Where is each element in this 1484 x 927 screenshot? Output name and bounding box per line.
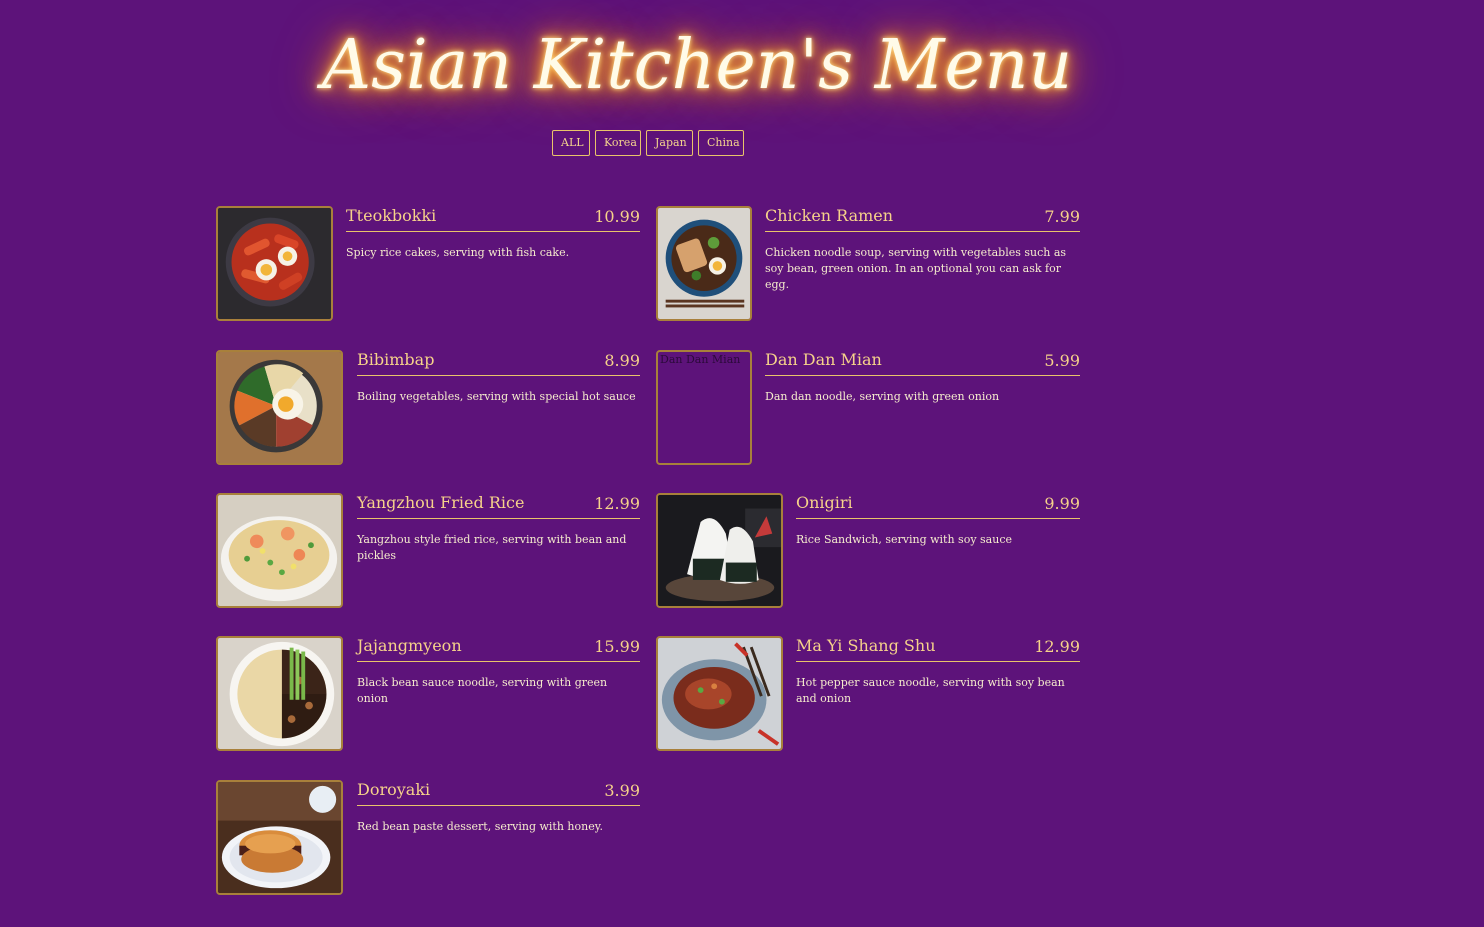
menu-item-name: Bibimbap xyxy=(357,350,435,369)
filter-china-button[interactable]: China xyxy=(698,130,744,156)
menu-item-chicken-ramen: Chicken Ramen 7.99 Chicken noodle soup, … xyxy=(656,206,1080,324)
menu-page: Asian Kitchen's Menu ALL Korea Japan Chi… xyxy=(0,0,1484,927)
menu-item-onigiri: Onigiri 9.99 Rice Sandwich, serving with… xyxy=(656,493,1080,611)
menu-item-price: 7.99 xyxy=(1044,207,1080,226)
menu-item-description: Boiling vegetables, serving with special… xyxy=(357,390,636,403)
menu-item-header: Tteokbokki 10.99 xyxy=(346,206,640,232)
menu-item-header: Ma Yi Shang Shu 12.99 xyxy=(796,636,1080,662)
bibimbap-image xyxy=(216,350,343,465)
menu-item-header: Jajangmyeon 15.99 xyxy=(357,636,640,662)
menu-item-name: Tteokbokki xyxy=(346,206,437,225)
menu-item-info: Bibimbap 8.99 Boiling vegetables, servin… xyxy=(357,350,640,405)
filter-all-button[interactable]: ALL xyxy=(552,130,590,156)
menu-item-price: 9.99 xyxy=(1044,494,1080,513)
menu-item-jajangmyeon: Jajangmyeon 15.99 Black bean sauce noodl… xyxy=(216,636,640,754)
menu-item-header: Dan Dan Mian 5.99 xyxy=(765,350,1080,376)
menu-item-name: Yangzhou Fried Rice xyxy=(357,493,525,512)
menu-item-header: Bibimbap 8.99 xyxy=(357,350,640,376)
menu-item-name: Jajangmyeon xyxy=(357,636,462,655)
filter-japan-button[interactable]: Japan xyxy=(646,130,693,156)
category-filters: ALL Korea Japan China xyxy=(552,130,744,156)
yangzhou-fried-rice-image xyxy=(216,493,343,608)
menu-item-description: Chicken noodle soup, serving with vegeta… xyxy=(765,246,1067,291)
chicken-ramen-image xyxy=(656,206,752,321)
menu-item-header: Onigiri 9.99 xyxy=(796,493,1080,519)
menu-item-description: Spicy rice cakes, serving with fish cake… xyxy=(346,246,570,259)
menu-item-header: Yangzhou Fried Rice 12.99 xyxy=(357,493,640,519)
page-title: Asian Kitchen's Menu xyxy=(322,26,1073,105)
menu-item-price: 15.99 xyxy=(594,637,640,656)
menu-item-price: 10.99 xyxy=(594,207,640,226)
tteokbokki-image xyxy=(216,206,333,321)
menu-item-description: Hot pepper sauce noodle, serving with so… xyxy=(796,676,1065,705)
menu-item-name: Onigiri xyxy=(796,493,853,512)
filter-korea-button[interactable]: Korea xyxy=(595,130,641,156)
menu-item-price: 8.99 xyxy=(604,351,640,370)
menu-item-info: Dan Dan Mian 5.99 Dan dan noodle, servin… xyxy=(765,350,1080,405)
doroyaki-image xyxy=(216,780,343,895)
menu-item-price: 12.99 xyxy=(594,494,640,513)
menu-item-name: Dan Dan Mian xyxy=(765,350,882,369)
menu-item-name: Chicken Ramen xyxy=(765,206,894,225)
menu-item-description: Black bean sauce noodle, serving with gr… xyxy=(357,676,608,705)
menu-item-header: Chicken Ramen 7.99 xyxy=(765,206,1080,232)
menu-item-info: Onigiri 9.99 Rice Sandwich, serving with… xyxy=(796,493,1080,548)
onigiri-image xyxy=(656,493,783,608)
menu-item-description: Rice Sandwich, serving with soy sauce xyxy=(796,533,1012,546)
menu-item-info: Doroyaki 3.99 Red bean paste dessert, se… xyxy=(357,780,640,835)
menu-item-info: Yangzhou Fried Rice 12.99 Yangzhou style… xyxy=(357,493,640,564)
menu-item-info: Ma Yi Shang Shu 12.99 Hot pepper sauce n… xyxy=(796,636,1080,707)
menu-item-info: Tteokbokki 10.99 Spicy rice cakes, servi… xyxy=(346,206,640,261)
menu-item-price: 5.99 xyxy=(1044,351,1080,370)
menu-item-description: Yangzhou style fried rice, serving with … xyxy=(357,533,627,562)
menu-item-name: Doroyaki xyxy=(357,780,431,799)
jajangmyeon-image xyxy=(216,636,343,751)
menu-item-yangzhou-fried-rice: Yangzhou Fried Rice 12.99 Yangzhou style… xyxy=(216,493,640,611)
menu-item-info: Chicken Ramen 7.99 Chicken noodle soup, … xyxy=(765,206,1080,293)
menu-item-header: Doroyaki 3.99 xyxy=(357,780,640,806)
image-alt-text: Dan Dan Mian xyxy=(660,353,741,366)
menu-item-description: Red bean paste dessert, serving with hon… xyxy=(357,820,603,833)
menu-item-description: Dan dan noodle, serving with green onion xyxy=(765,390,1000,403)
menu-item-price: 12.99 xyxy=(1034,637,1080,656)
dan-dan-mian-image-broken: Dan Dan Mian xyxy=(656,350,752,465)
ma-yi-shang-shu-image xyxy=(656,636,783,751)
menu-item-tteokbokki: Tteokbokki 10.99 Spicy rice cakes, servi… xyxy=(216,206,640,324)
menu-item-ma-yi-shang-shu: Ma Yi Shang Shu 12.99 Hot pepper sauce n… xyxy=(656,636,1080,754)
menu-item-bibimbap: Bibimbap 8.99 Boiling vegetables, servin… xyxy=(216,350,640,468)
menu-item-price: 3.99 xyxy=(604,781,640,800)
menu-item-name: Ma Yi Shang Shu xyxy=(796,636,936,655)
menu-item-info: Jajangmyeon 15.99 Black bean sauce noodl… xyxy=(357,636,640,707)
menu-item-doroyaki: Doroyaki 3.99 Red bean paste dessert, se… xyxy=(216,780,640,898)
menu-item-dan-dan-mian: Dan Dan Mian Dan Dan Mian 5.99 Dan dan n… xyxy=(656,350,1080,468)
